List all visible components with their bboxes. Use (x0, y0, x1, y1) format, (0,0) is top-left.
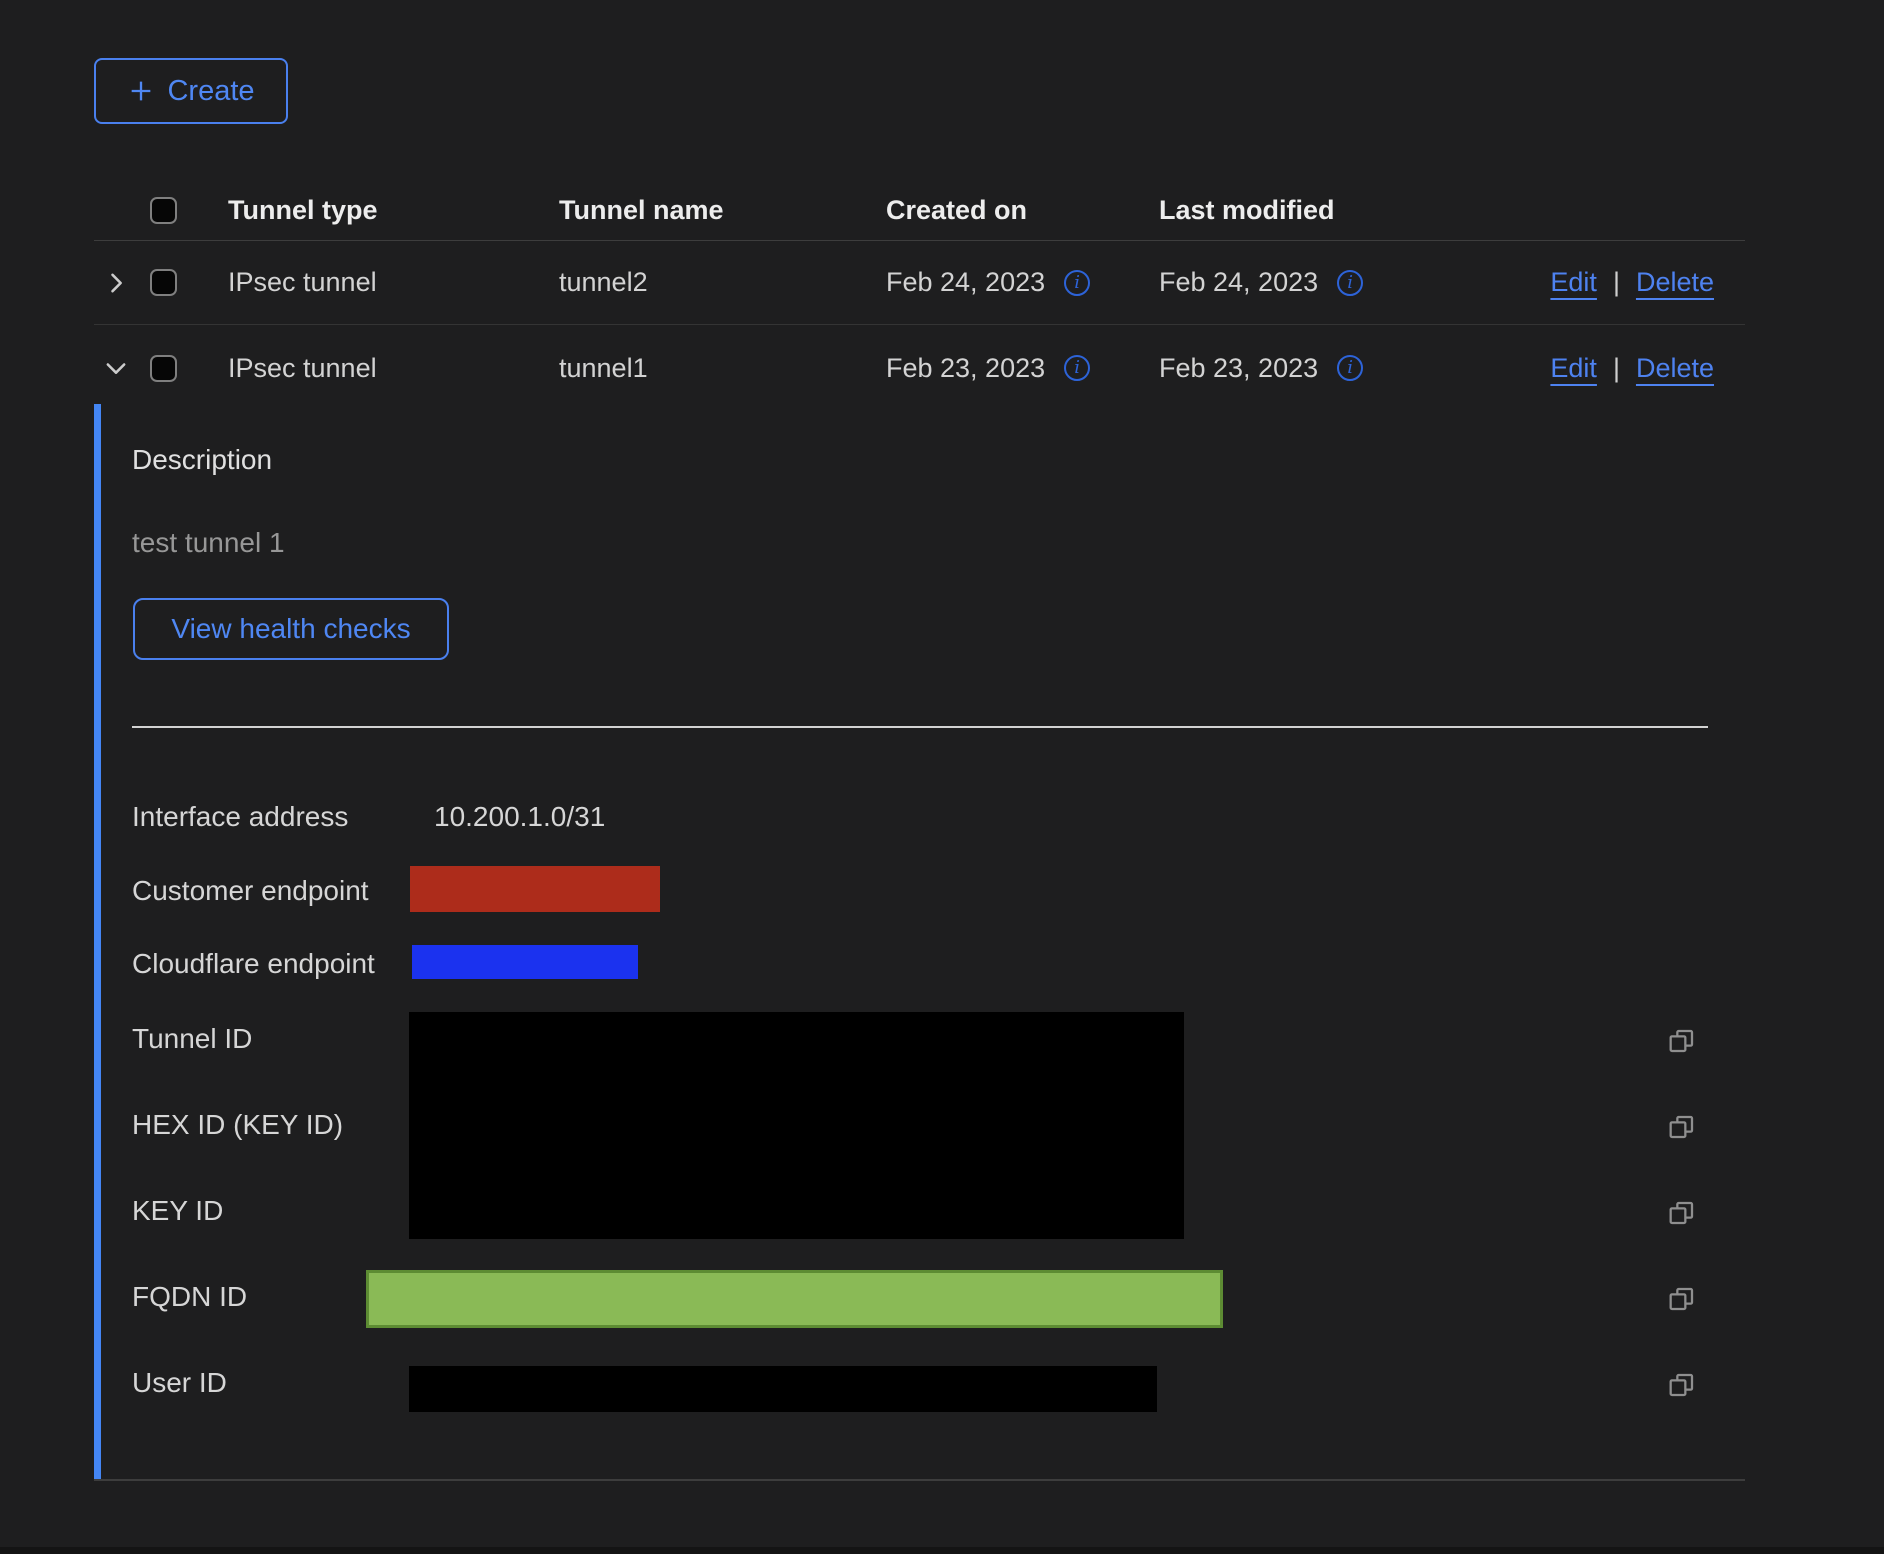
row-checkbox[interactable] (150, 269, 177, 296)
column-header-tunnel-type: Tunnel type (228, 195, 559, 226)
chevron-right-icon[interactable] (102, 269, 130, 297)
info-icon[interactable]: i (1064, 270, 1090, 296)
tunnel-type-cell: IPsec tunnel (228, 267, 559, 298)
interface-address-value: 10.200.1.0/31 (434, 801, 605, 833)
row-checkbox[interactable] (150, 355, 177, 382)
description-value: test tunnel 1 (132, 527, 285, 559)
tunnel-name-cell: tunnel1 (559, 353, 886, 384)
cloudflare-endpoint-label: Cloudflare endpoint (132, 948, 375, 980)
create-button[interactable]: Create (94, 58, 288, 124)
description-label: Description (132, 444, 272, 476)
select-all-checkbox[interactable] (150, 197, 177, 224)
expanded-row-indicator-bar (94, 404, 101, 1481)
tunnel-id-redacted-value (409, 1012, 1184, 1239)
column-header-tunnel-name: Tunnel name (559, 195, 886, 226)
customer-endpoint-redacted-value (410, 866, 660, 912)
create-button-label: Create (167, 75, 254, 108)
cloudflare-endpoint-redacted-value (412, 945, 638, 979)
table-header-row: Tunnel type Tunnel name Created on Last … (94, 180, 1745, 241)
customer-endpoint-label: Customer endpoint (132, 875, 369, 907)
chevron-down-icon[interactable] (102, 354, 130, 382)
created-on-cell: Feb 24, 2023 (886, 267, 1045, 298)
page-bottom-edge (0, 1547, 1884, 1554)
last-modified-cell: Feb 23, 2023 (1159, 353, 1318, 384)
plus-icon (127, 77, 155, 105)
info-icon[interactable]: i (1064, 355, 1090, 381)
tunnel-id-label: Tunnel ID (132, 1023, 252, 1055)
edit-link[interactable]: Edit (1550, 353, 1597, 384)
copy-icon[interactable] (1666, 1111, 1698, 1143)
fqdn-id-redacted-value (366, 1270, 1223, 1328)
view-health-checks-button[interactable]: View health checks (133, 598, 449, 660)
tunnel-name-cell: tunnel2 (559, 267, 886, 298)
detail-section-divider (132, 726, 1708, 728)
fqdn-id-label: FQDN ID (132, 1281, 247, 1313)
expanded-row-bottom-divider (94, 1479, 1745, 1481)
column-header-created-on: Created on (886, 195, 1159, 226)
tunnel-type-cell: IPsec tunnel (228, 353, 559, 384)
ipsec-tunnels-page: Create Tunnel type Tunnel name Created o… (0, 0, 1884, 1554)
info-icon[interactable]: i (1337, 355, 1363, 381)
delete-link[interactable]: Delete (1636, 353, 1714, 384)
interface-address-label: Interface address (132, 801, 348, 833)
link-separator: | (1613, 353, 1620, 384)
key-id-label: KEY ID (132, 1195, 223, 1227)
info-icon[interactable]: i (1337, 270, 1363, 296)
copy-icon[interactable] (1666, 1369, 1698, 1401)
table-row: IPsec tunnel tunnel1 Feb 23, 2023 i Feb … (94, 326, 1745, 410)
last-modified-cell: Feb 24, 2023 (1159, 267, 1318, 298)
user-id-label: User ID (132, 1367, 227, 1399)
edit-link[interactable]: Edit (1550, 267, 1597, 298)
copy-icon[interactable] (1666, 1197, 1698, 1229)
created-on-cell: Feb 23, 2023 (886, 353, 1045, 384)
copy-icon[interactable] (1666, 1283, 1698, 1315)
delete-link[interactable]: Delete (1636, 267, 1714, 298)
column-header-last-modified: Last modified (1159, 195, 1430, 226)
link-separator: | (1613, 267, 1620, 298)
hex-id-label: HEX ID (KEY ID) (132, 1109, 343, 1141)
user-id-redacted-value (409, 1366, 1157, 1412)
copy-icon[interactable] (1666, 1025, 1698, 1057)
table-row: IPsec tunnel tunnel2 Feb 24, 2023 i Feb … (94, 241, 1745, 325)
